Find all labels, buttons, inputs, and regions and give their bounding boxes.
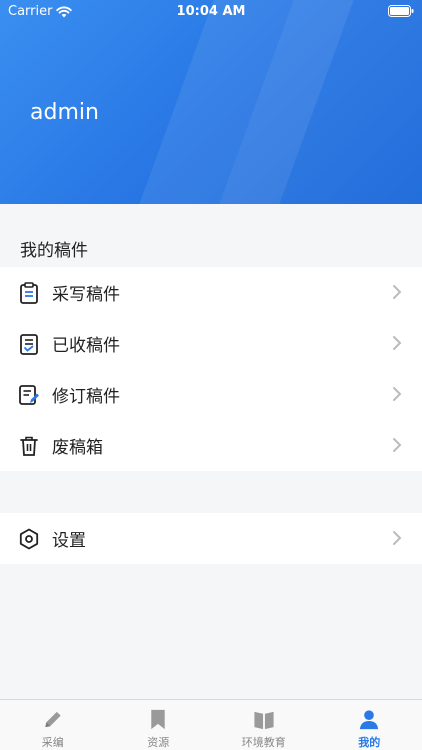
chevron-right-icon: [393, 531, 402, 545]
tab-resources[interactable]: 资源: [106, 700, 212, 750]
chevron-right-icon: [393, 387, 402, 401]
chevron-right-icon: [393, 438, 402, 452]
drafts-item-label: 废稿箱: [52, 438, 103, 458]
drafts-item-written[interactable]: 采写稿件: [0, 267, 422, 318]
drafts-item-label: 已收稿件: [52, 336, 120, 356]
drafts-item-trash[interactable]: 废稿箱: [0, 420, 422, 471]
tab-bar: 采编 资源 环境教育 我的: [0, 699, 422, 750]
hexagon-settings-icon: [18, 528, 40, 550]
username: admin: [30, 100, 99, 125]
checklist-icon: [18, 333, 40, 355]
tab-label: 资源: [147, 736, 170, 749]
profile-header: Carrier 10:04 AM admin: [0, 0, 422, 204]
section-title-drafts: 我的稿件: [20, 241, 88, 261]
settings-list: 设置: [0, 513, 422, 564]
tab-label: 环境教育: [241, 736, 286, 749]
tab-editing[interactable]: 采编: [0, 700, 106, 750]
chevron-right-icon: [393, 285, 402, 299]
status-time: 10:04 AM: [176, 4, 246, 19]
trash-icon: [18, 435, 40, 457]
pen-icon: [45, 711, 61, 728]
drafts-item-received[interactable]: 已收稿件: [0, 318, 422, 369]
chevron-right-icon: [393, 336, 402, 350]
tab-label: 采编: [41, 736, 64, 749]
book-icon: [254, 711, 274, 730]
drafts-item-label: 修订稿件: [52, 387, 120, 407]
clipboard-icon: [18, 281, 40, 304]
settings-item-label: 设置: [52, 531, 86, 551]
profile-screen: Carrier 10:04 AM admin 我的稿件 采写稿件 已收稿件 修订…: [0, 0, 422, 750]
person-icon: [360, 710, 379, 730]
drafts-list: 采写稿件 已收稿件 修订稿件 废稿箱: [0, 267, 422, 471]
status-bar: Carrier 10:04 AM: [0, 0, 422, 24]
drafts-item-revised[interactable]: 修订稿件: [0, 369, 422, 420]
settings-item[interactable]: 设置: [0, 513, 422, 564]
bookmark-icon: [151, 709, 165, 730]
battery-icon: [388, 5, 414, 17]
tab-label: 我的: [358, 736, 381, 749]
tab-environment-education[interactable]: 环境教育: [211, 700, 317, 750]
tab-mine[interactable]: 我的: [317, 700, 422, 750]
drafts-item-label: 采写稿件: [52, 285, 120, 305]
edit-document-icon: [18, 384, 40, 406]
